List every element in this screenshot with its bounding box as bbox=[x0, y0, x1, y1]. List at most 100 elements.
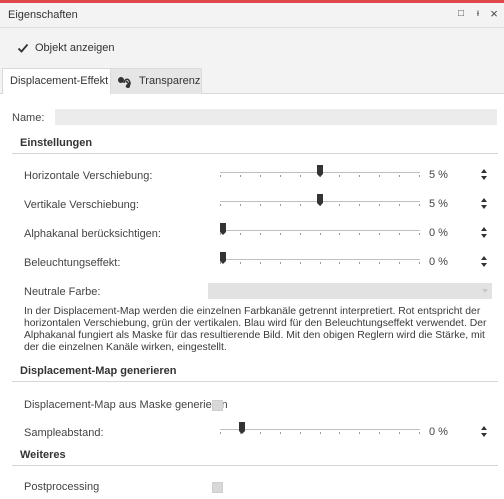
sample-distance-label: Sampleabstand: bbox=[24, 427, 104, 439]
neutral-color-dropdown[interactable] bbox=[208, 283, 492, 299]
slider-tick bbox=[379, 262, 380, 264]
slider-tick bbox=[399, 262, 400, 264]
vertical-shift-spinner[interactable]: 5 % bbox=[427, 196, 490, 212]
neutral-color-label: Neutrale Farbe: bbox=[24, 286, 101, 298]
name-label: Name: bbox=[12, 112, 45, 124]
slider-tick bbox=[339, 175, 340, 177]
slider-tick bbox=[419, 175, 420, 177]
slider-thumb[interactable] bbox=[317, 194, 323, 206]
slider-tick bbox=[300, 432, 301, 434]
slider-tick bbox=[339, 432, 340, 434]
slider-tick bbox=[240, 262, 241, 264]
slider-tick bbox=[260, 233, 261, 235]
tab-label: Displacement-Effekt bbox=[10, 75, 109, 87]
lighting-effect-spinner[interactable]: 0 % bbox=[427, 254, 490, 270]
slider-tick bbox=[260, 175, 261, 177]
panel-titlebar: Eigenschaften □ ᵻ × bbox=[0, 3, 504, 28]
slider-tick bbox=[379, 432, 380, 434]
slider-tick bbox=[359, 204, 360, 206]
horizontal-shift-spinner[interactable]: 5 % bbox=[427, 167, 490, 183]
slider-track bbox=[220, 259, 420, 260]
slider-tick bbox=[220, 204, 221, 206]
slider-tick bbox=[220, 175, 221, 177]
sample-distance-spinner[interactable]: 0 % bbox=[427, 424, 490, 440]
spinner-arrows-icon[interactable] bbox=[480, 168, 488, 182]
section-header-settings: Einstellungen bbox=[12, 134, 498, 154]
horizontal-shift-slider[interactable] bbox=[220, 164, 420, 180]
slider-thumb[interactable] bbox=[220, 223, 226, 235]
slider-tick bbox=[359, 262, 360, 264]
slider-tick bbox=[339, 233, 340, 235]
spinner-arrows-icon[interactable] bbox=[480, 197, 488, 211]
tab-label: Transparenz bbox=[139, 75, 201, 87]
slider-tick bbox=[280, 175, 281, 177]
horizontal-shift-value: 5 % bbox=[429, 169, 448, 181]
slider-tick bbox=[240, 204, 241, 206]
lighting-effect-slider[interactable] bbox=[220, 251, 420, 267]
postprocessing-label: Postprocessing bbox=[24, 481, 100, 493]
checkmark-icon[interactable] bbox=[17, 42, 29, 54]
slider-tick bbox=[419, 262, 420, 264]
vertical-shift-label: Vertikale Verschiebung: bbox=[24, 199, 139, 211]
horizontal-shift-label: Horizontale Verschiebung: bbox=[24, 170, 153, 182]
slider-tick bbox=[300, 175, 301, 177]
description-text: In der Displacement-Map werden die einze… bbox=[24, 306, 487, 353]
slider-tick bbox=[280, 233, 281, 235]
close-icon[interactable]: × bbox=[488, 7, 500, 20]
slider-tick bbox=[260, 262, 261, 264]
slider-tick bbox=[339, 204, 340, 206]
sample-distance-value: 0 % bbox=[429, 426, 448, 438]
slider-thumb[interactable] bbox=[239, 422, 245, 434]
slider-tick bbox=[300, 233, 301, 235]
alpha-channel-spinner[interactable]: 0 % bbox=[427, 225, 490, 241]
restore-icon[interactable]: □ bbox=[455, 8, 467, 20]
show-object-label: Objekt anzeigen bbox=[35, 42, 115, 54]
slider-thumb[interactable] bbox=[317, 165, 323, 177]
slider-track bbox=[220, 230, 420, 231]
sample-distance-slider[interactable] bbox=[220, 421, 420, 437]
slider-track bbox=[220, 429, 420, 430]
alpha-channel-label: Alphakanal berücksichtigen: bbox=[24, 228, 161, 240]
slider-tick bbox=[260, 204, 261, 206]
spinner-arrows-icon[interactable] bbox=[480, 255, 488, 269]
vertical-shift-slider[interactable] bbox=[220, 193, 420, 209]
transparency-icon bbox=[118, 77, 131, 88]
slider-tick bbox=[240, 233, 241, 235]
section-title: Einstellungen bbox=[20, 137, 93, 149]
spinner-arrows-icon[interactable] bbox=[480, 226, 488, 240]
pin-icon[interactable]: ᵻ bbox=[472, 8, 484, 20]
slider-tick bbox=[359, 175, 360, 177]
alpha-channel-value: 0 % bbox=[429, 227, 448, 239]
slider-tick bbox=[320, 233, 321, 235]
slider-tick bbox=[339, 262, 340, 264]
slider-tick bbox=[419, 204, 420, 206]
slider-tick bbox=[359, 432, 360, 434]
tab-displacement-effect[interactable]: Displacement-Effekt bbox=[2, 68, 117, 95]
slider-tick bbox=[280, 432, 281, 434]
tab-bar: Displacement-Effekt Transparenz bbox=[0, 68, 504, 95]
slider-tick bbox=[280, 262, 281, 264]
slider-tick bbox=[260, 432, 261, 434]
name-input[interactable] bbox=[55, 109, 497, 125]
slider-tick bbox=[419, 233, 420, 235]
alpha-channel-slider[interactable] bbox=[220, 222, 420, 238]
slider-tick bbox=[320, 262, 321, 264]
tab-transparency[interactable]: Transparenz bbox=[110, 68, 202, 94]
tab-content: Name: Einstellungen Horizontale Verschie… bbox=[0, 94, 504, 499]
generate-from-mask-checkbox[interactable] bbox=[212, 400, 223, 411]
slider-tick bbox=[399, 432, 400, 434]
spinner-arrows-icon[interactable] bbox=[480, 425, 488, 439]
section-header-generate: Displacement-Map generieren bbox=[12, 362, 498, 382]
panel-title: Eigenschaften bbox=[8, 9, 78, 21]
slider-tick bbox=[399, 175, 400, 177]
slider-tick bbox=[359, 233, 360, 235]
slider-tick bbox=[399, 204, 400, 206]
slider-tick bbox=[300, 262, 301, 264]
properties-panel: Eigenschaften □ ᵻ × Objekt anzeigen Disp… bbox=[0, 0, 504, 499]
slider-tick bbox=[379, 233, 380, 235]
section-title: Displacement-Map generieren bbox=[20, 365, 177, 377]
postprocessing-checkbox[interactable] bbox=[212, 482, 223, 493]
slider-thumb[interactable] bbox=[220, 252, 226, 264]
section-title: Weiteres bbox=[20, 449, 66, 461]
slider-tick bbox=[240, 175, 241, 177]
